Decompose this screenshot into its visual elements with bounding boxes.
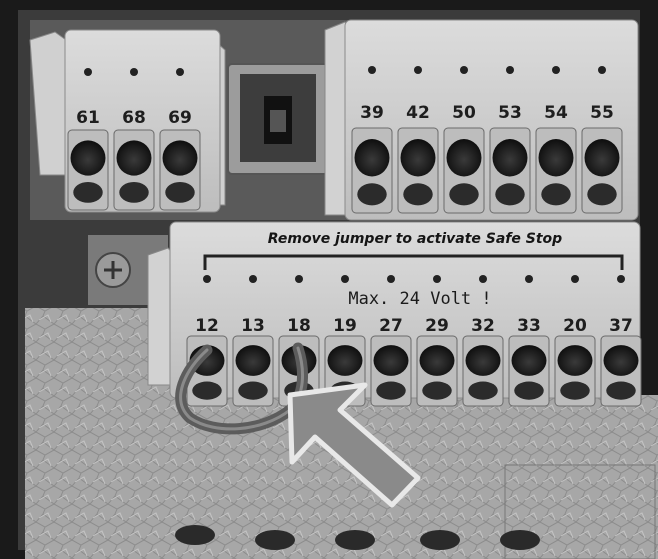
test-point-dot — [130, 68, 138, 76]
terminal-number: 29 — [425, 316, 449, 336]
wire-entry-hole — [584, 139, 620, 177]
wire-entry-hole — [354, 139, 390, 177]
release-slot — [606, 381, 636, 400]
release-slot — [357, 183, 387, 206]
terminal-number: 68 — [122, 108, 146, 128]
release-slot — [468, 381, 498, 400]
release-slot — [119, 182, 149, 203]
wire-entry-hole — [70, 140, 106, 176]
terminal-block-control: Remove jumper to activate Safe Stop Max.… — [147, 221, 642, 407]
terminal-number: 42 — [406, 103, 430, 123]
test-point-dot — [341, 275, 349, 283]
wire-entry-hole — [400, 139, 436, 177]
release-slot — [73, 182, 103, 203]
test-point-dot — [617, 275, 625, 283]
terminal-number: 61 — [76, 108, 100, 128]
wire-entry-hole — [511, 345, 547, 376]
release-slot — [422, 381, 452, 400]
terminal-number: 18 — [287, 316, 311, 336]
wire-entry-hole — [327, 345, 363, 376]
release-slot — [192, 381, 222, 400]
terminal-number: 13 — [241, 316, 265, 336]
test-point-dot — [295, 275, 303, 283]
terminal-number: 12 — [195, 316, 219, 336]
terminal-block-top-right: 39 42 50 53 54 55 — [324, 19, 639, 221]
wire-entry-hole — [538, 139, 574, 177]
terminal-number: 54 — [544, 103, 568, 123]
release-slot — [165, 182, 195, 203]
wire-entry-hole — [446, 139, 482, 177]
wire-entry-hole — [419, 345, 455, 376]
terminal-number: 37 — [609, 316, 633, 336]
voltage-warning: Max. 24 Volt ! — [348, 289, 491, 309]
wire-entry-hole — [465, 345, 501, 376]
terminal-number: 33 — [517, 316, 541, 336]
release-slot — [587, 183, 617, 206]
test-point-dot — [598, 66, 606, 74]
wire-entry-hole — [162, 140, 198, 176]
release-slot — [560, 381, 590, 400]
test-point-dot — [414, 66, 422, 74]
safe-stop-banner: Remove jumper to activate Safe Stop — [268, 231, 562, 247]
test-point-dot — [368, 66, 376, 74]
terminal-number: 20 — [563, 316, 587, 336]
test-point-dot — [525, 275, 533, 283]
terminal-number: 69 — [168, 108, 192, 128]
release-slot — [403, 183, 433, 206]
terminal-number: 32 — [471, 316, 495, 336]
test-point-dot — [433, 275, 441, 283]
test-point-dot — [84, 68, 92, 76]
wire-entry-hole — [557, 345, 593, 376]
release-slot — [495, 183, 525, 206]
terminal-number: 39 — [360, 103, 384, 123]
wire-entry-hole — [235, 345, 271, 376]
terminal-number: 27 — [379, 316, 403, 336]
terminal-number: 50 — [452, 103, 476, 123]
release-slot — [376, 381, 406, 400]
wire-entry-hole — [373, 345, 409, 376]
usb-port — [227, 63, 329, 175]
terminal-number: 53 — [498, 103, 522, 123]
wire-entry-hole — [492, 139, 528, 177]
release-slot — [449, 183, 479, 206]
test-point-dot — [571, 275, 579, 283]
test-point-dot — [460, 66, 468, 74]
wire-entry-hole — [116, 140, 152, 176]
terminal-number: 55 — [590, 103, 614, 123]
release-slot — [238, 381, 268, 400]
test-point-dot — [249, 275, 257, 283]
release-slot — [541, 183, 571, 206]
test-point-dot — [176, 68, 184, 76]
test-point-dot — [479, 275, 487, 283]
wire-entry-hole — [603, 345, 639, 376]
test-point-dot — [506, 66, 514, 74]
terminal-photo: 61 68 69 39 42 50 53 54 55 Remove jumper to act… — [0, 0, 658, 559]
terminal-number: 19 — [333, 316, 357, 336]
test-point-dot — [552, 66, 560, 74]
release-slot — [514, 381, 544, 400]
test-point-dot — [203, 275, 211, 283]
test-point-dot — [387, 275, 395, 283]
